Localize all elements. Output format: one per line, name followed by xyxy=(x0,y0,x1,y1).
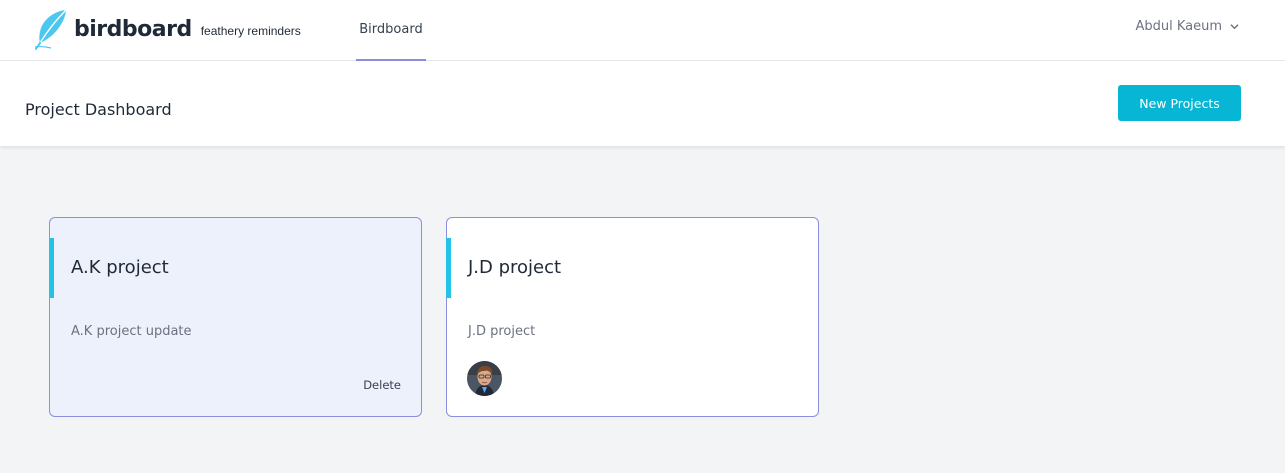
project-title[interactable]: A.K project xyxy=(71,257,169,278)
project-card[interactable]: A.K project A.K project update Delete xyxy=(49,217,422,417)
card-accent-stripe xyxy=(49,238,54,298)
brand-name: birdboard xyxy=(74,16,192,42)
user-name: Abdul Kaeum xyxy=(1135,19,1222,34)
nav-link-birdboard[interactable]: Birdboard xyxy=(356,0,426,61)
project-description: J.D project xyxy=(468,324,536,339)
delete-button[interactable]: Delete xyxy=(363,378,401,392)
new-projects-button[interactable]: New Projects xyxy=(1118,85,1241,121)
card-accent-stripe xyxy=(446,238,451,298)
chevron-down-icon xyxy=(1230,24,1239,30)
user-menu[interactable]: Abdul Kaeum xyxy=(1135,19,1239,34)
brand-logo[interactable]: birdboard feathery reminders xyxy=(33,8,301,50)
top-navbar: birdboard feathery reminders Birdboard A… xyxy=(0,0,1285,61)
project-title[interactable]: J.D project xyxy=(468,257,561,278)
feather-logo-icon xyxy=(34,9,67,50)
avatar xyxy=(467,361,502,396)
page-header: Project Dashboard New Projects xyxy=(0,61,1285,146)
project-card[interactable]: J.D project J.D project xyxy=(446,217,819,417)
page-title: Project Dashboard xyxy=(25,100,172,119)
project-description: A.K project update xyxy=(71,324,192,339)
brand-tagline: feathery reminders xyxy=(200,24,301,38)
